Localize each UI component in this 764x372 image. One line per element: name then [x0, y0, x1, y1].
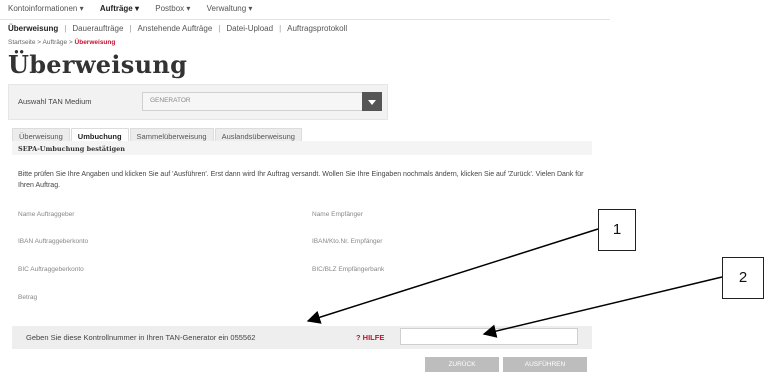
callout-2: 2: [722, 257, 764, 299]
callout-1: 1: [598, 209, 636, 251]
callout-arrow-1: [306, 228, 599, 324]
callout-arrow-2: [482, 276, 723, 338]
annotation-arrows: [306, 228, 723, 338]
